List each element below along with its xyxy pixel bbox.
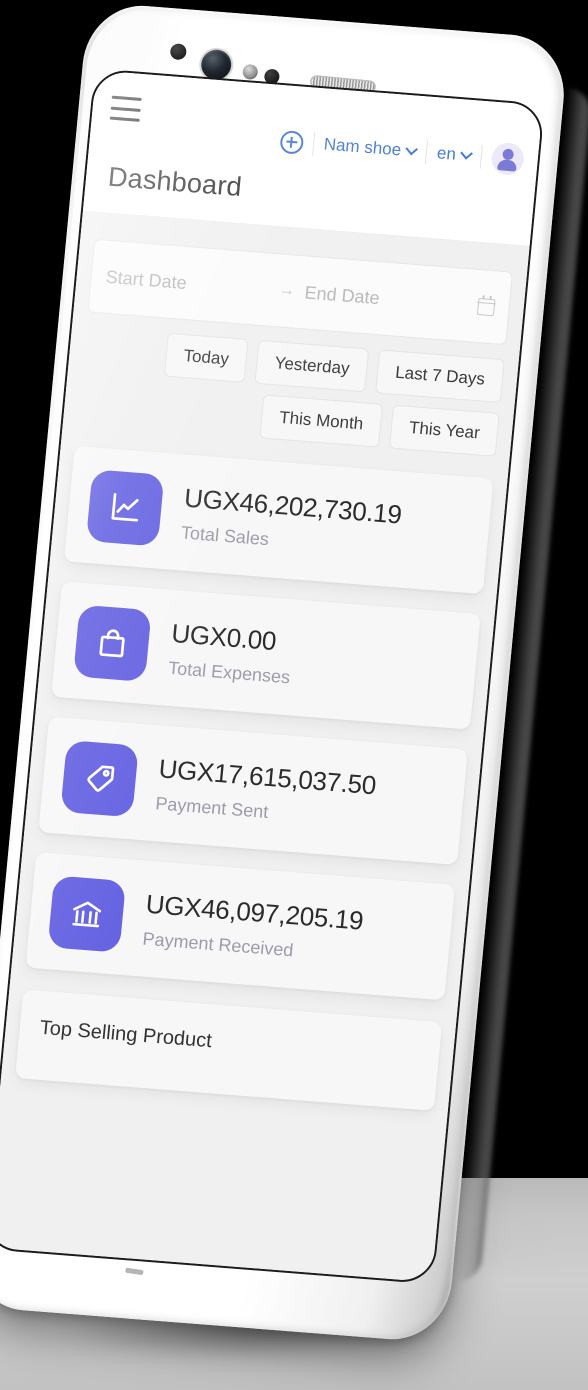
language-selector[interactable]: en	[436, 143, 473, 166]
shopping-bag-icon	[73, 604, 152, 682]
top-navigation-actions: Nam shoe en	[278, 99, 527, 177]
stat-text: UGX46,202,730.19 Total Sales	[180, 482, 403, 560]
stat-card-list: UGX46,202,730.19 Total Sales UGX0.00 Tot…	[25, 445, 494, 1001]
stat-card-payment-received[interactable]: UGX46,097,205.19 Payment Received	[25, 851, 456, 1001]
stat-label: Total Sales	[180, 521, 270, 549]
stat-card-payment-sent[interactable]: UGX17,615,037.50 Payment Sent	[38, 716, 468, 865]
store-selector[interactable]: Nam shoe	[322, 134, 419, 161]
stat-value: UGX0.00	[170, 617, 278, 656]
store-name-label: Nam shoe	[322, 134, 403, 160]
stat-text: UGX17,615,037.50 Payment Sent	[155, 753, 378, 831]
filter-yesterday-button[interactable]: Yesterday	[254, 339, 370, 393]
stat-label: Total Expenses	[167, 657, 292, 687]
chevron-down-icon	[405, 142, 419, 155]
filter-this-month-button[interactable]: This Month	[259, 394, 384, 448]
stat-label: Payment Received	[141, 928, 295, 960]
stat-text: UGX46,097,205.19 Payment Received	[142, 888, 365, 966]
hamburger-line	[109, 116, 140, 122]
filter-today-button[interactable]: Today	[163, 332, 249, 383]
stat-value: UGX46,202,730.19	[183, 482, 404, 530]
date-range-arrow: →	[278, 281, 296, 300]
language-label: en	[436, 143, 457, 164]
quick-filter-group: Today Yesterday Last 7 Days This Month T…	[77, 326, 505, 457]
user-avatar-icon[interactable]	[490, 141, 526, 177]
nav-divider	[311, 131, 316, 156]
stat-value: UGX17,615,037.50	[157, 752, 378, 800]
hamburger-menu-icon[interactable]	[109, 95, 142, 122]
start-date-input[interactable]: Start Date	[105, 266, 270, 300]
hamburger-line	[110, 106, 141, 112]
chevron-down-icon	[460, 146, 473, 160]
filter-this-year-button[interactable]: This Year	[389, 404, 500, 457]
top-selling-product-panel: Top Selling Product	[15, 989, 443, 1111]
end-date-input[interactable]: End Date	[304, 282, 469, 316]
filter-last-7-days-button[interactable]: Last 7 Days	[375, 349, 505, 404]
price-tag-icon	[60, 740, 139, 818]
stat-card-total-expenses[interactable]: UGX0.00 Total Expenses	[51, 581, 481, 730]
line-chart-icon	[85, 469, 165, 547]
calendar-icon[interactable]	[476, 297, 496, 316]
dashboard-content: Start Date → End Date Today Yesterday La…	[1, 211, 530, 1113]
plus-circle-icon[interactable]	[278, 129, 304, 155]
nav-divider	[424, 140, 429, 165]
top-selling-product-title: Top Selling Product	[38, 1016, 213, 1053]
nav-divider	[479, 144, 483, 169]
screenshot-stage: Nam shoe en Dashboard Start Date → End D…	[0, 0, 588, 1390]
stat-card-total-sales[interactable]: UGX46,202,730.19 Total Sales	[63, 445, 494, 595]
stat-label: Payment Sent	[154, 792, 270, 822]
bank-icon	[47, 875, 127, 953]
date-range-picker[interactable]: Start Date → End Date	[87, 238, 514, 346]
hamburger-line	[111, 95, 142, 101]
stat-text: UGX0.00 Total Expenses	[167, 617, 294, 687]
stat-value: UGX46,097,205.19	[144, 888, 365, 936]
